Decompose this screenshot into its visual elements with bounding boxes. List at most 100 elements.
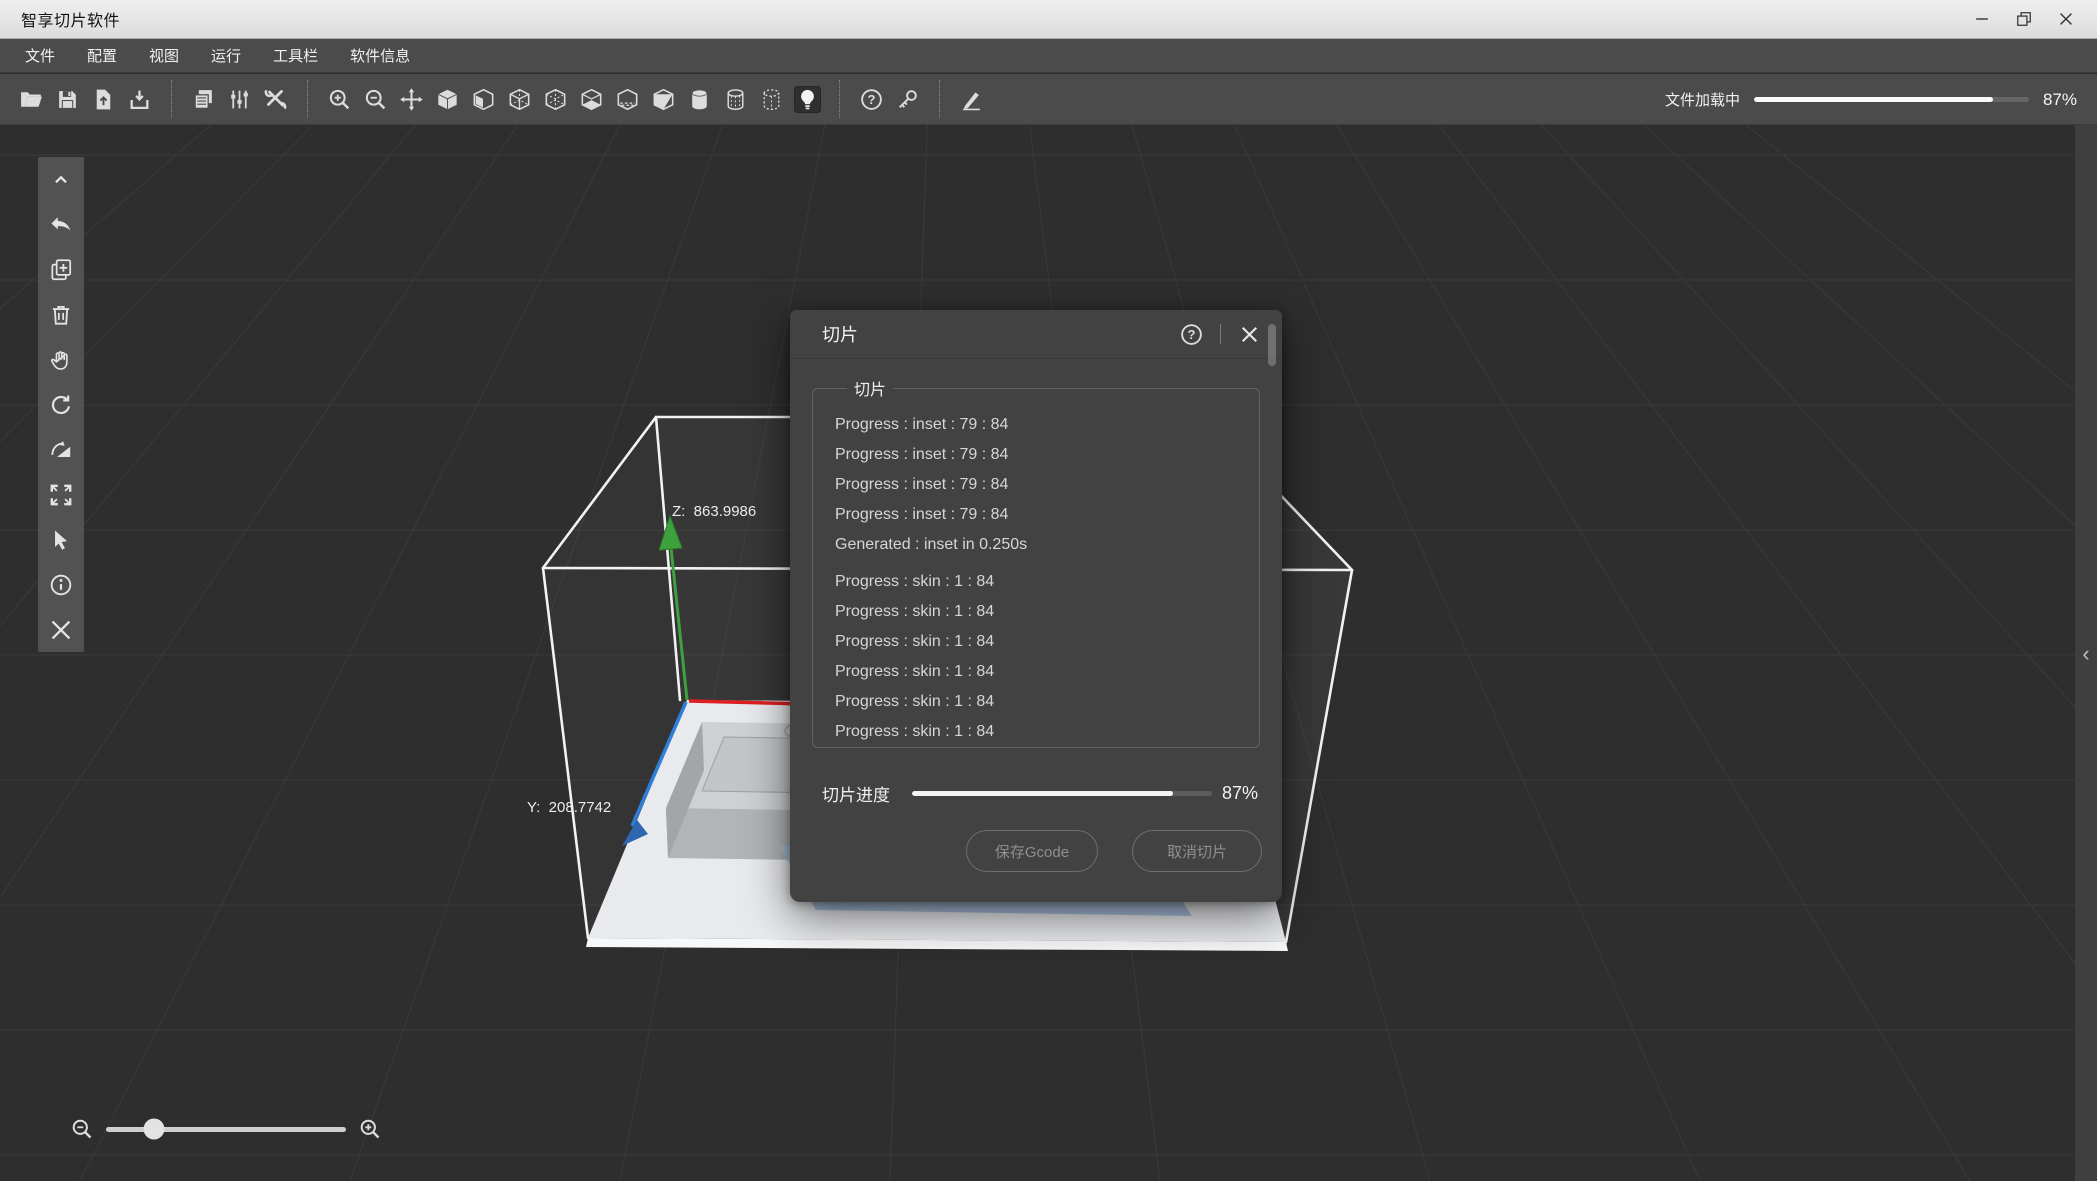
trash-icon bbox=[48, 302, 74, 328]
log-line: Progress : inset : 79 : 84 bbox=[835, 410, 1245, 440]
left-delete-button[interactable] bbox=[38, 292, 84, 337]
toolbar-view-cylinder-button[interactable] bbox=[686, 86, 713, 113]
slicing-progress-label: 切片进度 bbox=[822, 781, 890, 806]
window-minimize-button[interactable] bbox=[1961, 0, 2003, 38]
close-light-icon bbox=[1237, 322, 1262, 347]
slicing-log-list[interactable]: Progress : inset : 79 : 84Progress : ins… bbox=[835, 410, 1245, 748]
toolbar-parameter-settings-button[interactable] bbox=[226, 86, 253, 113]
main-toolbar: ? 文件加载中 87% bbox=[0, 74, 2097, 125]
left-model-info-button[interactable] bbox=[38, 562, 84, 607]
toolbar-batch-manage-button[interactable] bbox=[190, 86, 217, 113]
menu-item-3[interactable]: 运行 bbox=[208, 43, 244, 68]
right-panel-collapse-strip[interactable]: ‹ bbox=[2075, 125, 2097, 1181]
chevron-up-icon bbox=[50, 169, 72, 191]
toolbar-view-xray-button[interactable] bbox=[542, 86, 569, 113]
window-controls bbox=[1961, 0, 2087, 38]
left-undo-button[interactable] bbox=[38, 202, 84, 247]
help-circle-icon: ? bbox=[1179, 322, 1204, 347]
log-line: Progress : skin : 1 : 84 bbox=[835, 657, 1245, 687]
close-dark-icon bbox=[2056, 9, 2076, 29]
zoom-slider-track[interactable] bbox=[106, 1127, 346, 1132]
dialog-close-button[interactable] bbox=[1237, 322, 1262, 347]
menu-bar: 文件 配置 视图 运行 工具栏 软件信息 bbox=[0, 39, 2097, 73]
toolbar-import-model-button[interactable] bbox=[90, 86, 117, 113]
pen-icon bbox=[959, 87, 984, 112]
toolbar-annotate-button[interactable] bbox=[958, 86, 985, 113]
toolbar-save-button[interactable] bbox=[54, 86, 81, 113]
menu-item-0[interactable]: 文件 bbox=[22, 43, 58, 68]
dialog-header[interactable]: 切片 ? bbox=[790, 310, 1282, 359]
dialog-title: 切片 bbox=[822, 321, 858, 347]
zoom-slider-thumb[interactable] bbox=[144, 1119, 165, 1140]
toolbar-toggle-light-button[interactable] bbox=[794, 86, 821, 113]
sliders-icon bbox=[227, 87, 252, 112]
expand-icon bbox=[48, 482, 74, 508]
menu-item-4[interactable]: 工具栏 bbox=[270, 43, 321, 68]
toolbar-open-button[interactable] bbox=[18, 86, 45, 113]
cube-floor-icon bbox=[615, 87, 640, 112]
toolbar-view-wireframe-button[interactable] bbox=[506, 86, 533, 113]
restore-icon bbox=[2014, 9, 2034, 29]
toolbar-view-solid-button[interactable] bbox=[434, 86, 461, 113]
log-line: Generated : inset in 0.250s bbox=[835, 530, 1245, 560]
log-line: Progress : skin : 1 : 84 bbox=[835, 597, 1245, 627]
cancel-slicing-button[interactable]: 取消切片 bbox=[1132, 830, 1262, 872]
zoom-out-icon[interactable] bbox=[70, 1117, 94, 1141]
viewport-zoom-control bbox=[70, 1112, 382, 1146]
left-repair-button[interactable] bbox=[38, 607, 84, 652]
left-pan-button[interactable] bbox=[38, 337, 84, 382]
toolbar-move-view-button[interactable] bbox=[398, 86, 425, 113]
window-close-button[interactable] bbox=[2045, 0, 2087, 38]
left-duplicate-button[interactable] bbox=[38, 247, 84, 292]
cube-wire-icon bbox=[507, 87, 532, 112]
svg-text:?: ? bbox=[868, 91, 876, 106]
left-fit-view-button[interactable] bbox=[38, 472, 84, 517]
menu-item-2[interactable]: 视图 bbox=[146, 43, 182, 68]
toolbar-view-floor-button[interactable] bbox=[614, 86, 641, 113]
menu-item-5[interactable]: 软件信息 bbox=[347, 43, 413, 68]
menu-item-1[interactable]: 配置 bbox=[84, 43, 120, 68]
save-gcode-button[interactable]: 保存Gcode bbox=[966, 830, 1098, 872]
cube-solid-icon bbox=[435, 87, 460, 112]
log-line: Progress : inset : 79 : 84 bbox=[835, 470, 1245, 500]
left-collapse-button[interactable] bbox=[38, 157, 84, 202]
file-loading-label: 文件加载中 bbox=[1665, 89, 1740, 110]
zoom-in-icon[interactable] bbox=[358, 1117, 382, 1141]
dialog-help-button[interactable]: ? bbox=[1179, 322, 1204, 347]
cross-tools-icon bbox=[48, 617, 74, 643]
left-mirror-button[interactable] bbox=[38, 427, 84, 472]
hand-icon bbox=[48, 347, 74, 373]
cylinder-icon bbox=[687, 87, 712, 112]
log-line: Progress : inset : 79 : 84 bbox=[835, 440, 1245, 470]
log-line: Progress : skin : 1 : 84 bbox=[835, 717, 1245, 747]
z-axis-value-label: Z: 863.9986 bbox=[672, 503, 756, 520]
left-rotate-button[interactable] bbox=[38, 382, 84, 427]
toolbar-help-button[interactable]: ? bbox=[858, 86, 885, 113]
toolbar-license-button[interactable] bbox=[894, 86, 921, 113]
y-axis-value-label: Y: 208.7742 bbox=[527, 799, 611, 816]
toolbar-separator bbox=[171, 80, 172, 118]
dialog-header-divider bbox=[1220, 324, 1221, 344]
toolbar-load-file-button[interactable] bbox=[126, 86, 153, 113]
toolbar-zoom-out-button[interactable] bbox=[362, 86, 389, 113]
help-circle-icon: ? bbox=[859, 87, 884, 112]
toolbar-view-half-button[interactable] bbox=[650, 86, 677, 113]
log-line: Progress : skin : 1 : 84 bbox=[835, 747, 1245, 748]
save-icon bbox=[55, 87, 80, 112]
bulb-icon bbox=[795, 87, 820, 112]
toolbar-view-bottom-button[interactable] bbox=[578, 86, 605, 113]
toolbar-separator bbox=[307, 80, 308, 118]
folder-icon bbox=[19, 87, 44, 112]
cube-half-icon bbox=[651, 87, 676, 112]
chevron-left-icon[interactable]: ‹ bbox=[2082, 643, 2089, 1181]
window-restore-button[interactable] bbox=[2003, 0, 2045, 38]
toolbar-zoom-in-button[interactable] bbox=[326, 86, 353, 113]
toolbar-view-cylinder-wire-button[interactable] bbox=[722, 86, 749, 113]
key-icon bbox=[895, 87, 920, 112]
log-scrollbar-thumb[interactable] bbox=[1268, 324, 1276, 366]
left-select-button[interactable] bbox=[38, 517, 84, 562]
log-line: Progress : skin : 1 : 84 bbox=[835, 627, 1245, 657]
toolbar-machine-tools-button[interactable] bbox=[262, 86, 289, 113]
toolbar-view-surface-button[interactable] bbox=[470, 86, 497, 113]
toolbar-view-support-button[interactable] bbox=[758, 86, 785, 113]
